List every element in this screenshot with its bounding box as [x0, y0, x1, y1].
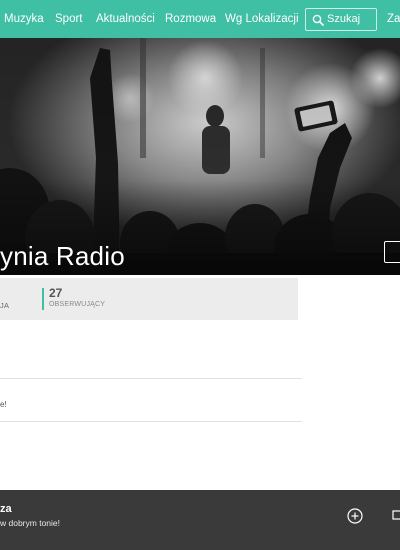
player-subtitle: w dobrym tonie!	[0, 518, 60, 528]
nav-item-muzyka[interactable]: Muzyka	[4, 0, 44, 38]
station-title: ynia Radio	[0, 241, 125, 271]
stat-divider	[42, 288, 44, 310]
search-label: Szukaj	[327, 13, 361, 25]
nav-item-wg-lokalizacji[interactable]: Wg Lokalizacji	[225, 0, 299, 38]
search-box[interactable]: Szukaj	[305, 8, 377, 31]
hero-action-button[interactable]	[384, 241, 400, 263]
screen-icon[interactable]	[392, 510, 400, 521]
player-bar: za w dobrym tonie!	[0, 490, 400, 550]
stats-bar: JA 27 OBSERWUJĄCY	[0, 278, 298, 320]
player-title: za	[0, 503, 12, 515]
nav-item-rozmowa[interactable]: Rozmowa	[165, 0, 216, 38]
concert-crowd-image	[0, 38, 400, 275]
followers-label: OBSERWUJĄCY	[49, 301, 106, 308]
search-icon	[312, 14, 324, 26]
hero-banner: ynia Radio	[0, 38, 400, 275]
divider	[0, 378, 302, 379]
content-snippet: e!	[0, 400, 7, 409]
stat-label: JA	[0, 301, 10, 310]
nav-item-partial[interactable]: Zal	[387, 0, 400, 38]
nav-item-sport[interactable]: Sport	[55, 0, 83, 38]
nav-item-aktualnosci[interactable]: Aktualności	[96, 0, 155, 38]
divider	[0, 421, 302, 422]
add-icon[interactable]	[347, 508, 363, 524]
followers-count: 27	[49, 286, 63, 300]
top-nav: Muzyka Sport Aktualności Rozmowa Wg Loka…	[0, 0, 400, 38]
